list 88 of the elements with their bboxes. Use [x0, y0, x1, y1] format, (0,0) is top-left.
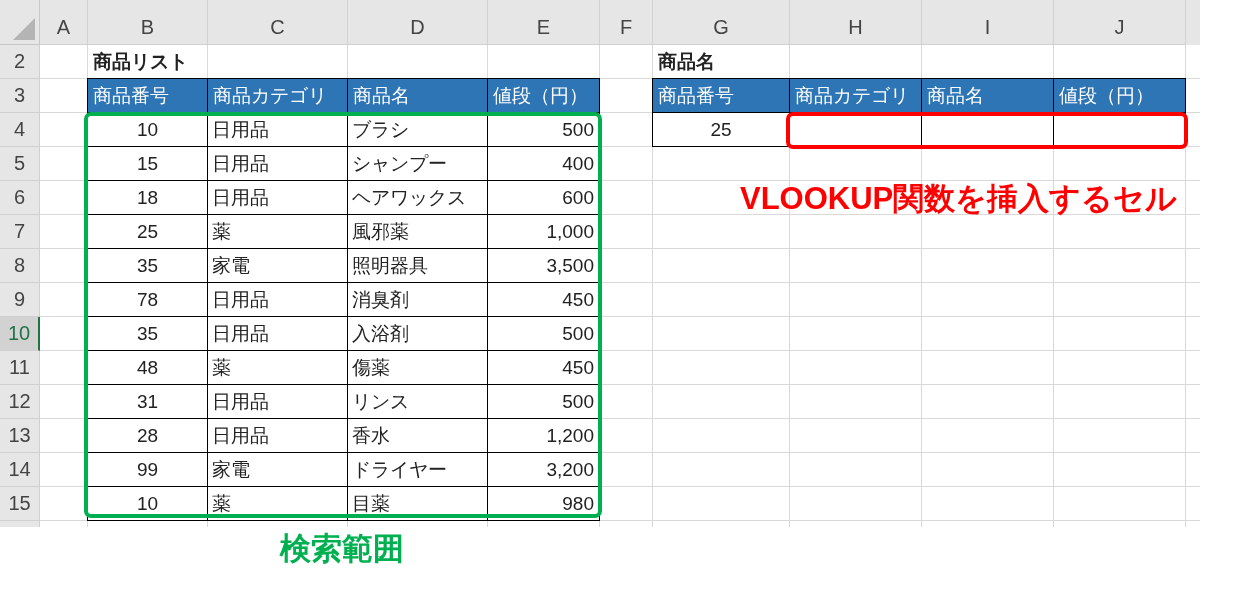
table-header-cell: 商品カテゴリ [790, 79, 922, 113]
row-header[interactable]: 9 [0, 283, 40, 317]
row-header[interactable]: 4 [0, 113, 40, 147]
table-header-cell: 商品名 [348, 79, 488, 113]
table-cell: 78 [88, 283, 208, 317]
table-title: 商品リスト [92, 50, 189, 74]
row-header[interactable] [0, 521, 40, 527]
table-cell: 25 [88, 215, 208, 249]
row-header[interactable]: 11 [0, 351, 40, 385]
table-cell: 入浴剤 [348, 317, 488, 351]
row-header[interactable]: 2 [0, 45, 40, 79]
table-cell: 消臭剤 [348, 283, 488, 317]
table-cell: 450 [488, 351, 600, 385]
column-header[interactable]: B [88, 0, 208, 45]
row-header[interactable]: 8 [0, 249, 40, 283]
table-cell: 18 [88, 181, 208, 215]
table-cell: 薬 [208, 487, 348, 521]
column-header[interactable]: J [1054, 0, 1186, 45]
table-cell: 500 [488, 385, 600, 419]
table-cell: 25 [653, 113, 790, 147]
table-cell: 薬 [208, 351, 348, 385]
column-header[interactable]: F [600, 0, 653, 45]
table-cell: 傷薬 [348, 351, 488, 385]
table-cell: 980 [488, 487, 600, 521]
table-cell: 99 [88, 453, 208, 487]
table-cell: 風邪薬 [348, 215, 488, 249]
row-header[interactable]: 7 [0, 215, 40, 249]
table-cell: 35 [88, 249, 208, 283]
row-header[interactable]: 12 [0, 385, 40, 419]
table-cell: 家電 [208, 249, 348, 283]
column-header[interactable]: A [40, 0, 88, 45]
table-cell: 10 [88, 113, 208, 147]
column-header[interactable]: H [790, 0, 922, 45]
table-header-cell: 商品番号 [88, 79, 208, 113]
column-header[interactable]: E [488, 0, 600, 45]
row-header[interactable]: 15 [0, 487, 40, 521]
table-cell: 薬 [208, 215, 348, 249]
row-header[interactable]: 5 [0, 147, 40, 181]
table-cell: 3,500 [488, 249, 600, 283]
table-header-cell: 商品カテゴリ [208, 79, 348, 113]
annotation-label: 検索範囲 [280, 530, 404, 568]
table-cell: 1,000 [488, 215, 600, 249]
table-cell: 照明器具 [348, 249, 488, 283]
column-header[interactable]: G [653, 0, 790, 45]
column-header[interactable]: C [208, 0, 348, 45]
table-cell: 500 [488, 113, 600, 147]
table-cell: 31 [88, 385, 208, 419]
table-cell: 48 [88, 351, 208, 385]
table-cell: ドライヤー [348, 453, 488, 487]
table-cell: 日用品 [208, 419, 348, 453]
table-cell: 3,200 [488, 453, 600, 487]
table-cell: 日用品 [208, 317, 348, 351]
table-cell: ヘアワックス [348, 181, 488, 215]
table-cell: 450 [488, 283, 600, 317]
table-cell: 35 [88, 317, 208, 351]
table-cell: 500 [488, 317, 600, 351]
table-cell: ブラシ [348, 113, 488, 147]
table-cell: 日用品 [208, 147, 348, 181]
table-cell: シャンプー [348, 147, 488, 181]
row-header[interactable]: 10 [0, 317, 40, 351]
table-header-cell: 商品名 [922, 79, 1054, 113]
table-cell: 香水 [348, 419, 488, 453]
table-header-cell: 値段（円） [488, 79, 600, 113]
table-cell: 28 [88, 419, 208, 453]
row-header[interactable]: 14 [0, 453, 40, 487]
table-cell: リンス [348, 385, 488, 419]
column-header[interactable] [1186, 0, 1200, 45]
select-all-icon[interactable] [13, 18, 35, 40]
annotation-label: VLOOKUP関数を挿入するセル [740, 180, 1178, 218]
row-header[interactable]: 3 [0, 79, 40, 113]
table-cell: 15 [88, 147, 208, 181]
table-cell: 600 [488, 181, 600, 215]
table-header-cell: 商品番号 [653, 79, 790, 113]
table-header-cell: 値段（円） [1054, 79, 1186, 113]
table-cell: 家電 [208, 453, 348, 487]
table-cell: 1,200 [488, 419, 600, 453]
table-cell: 日用品 [208, 385, 348, 419]
table-cell: 目薬 [348, 487, 488, 521]
column-header[interactable]: I [922, 0, 1054, 45]
row-header[interactable]: 6 [0, 181, 40, 215]
table-cell: 日用品 [208, 181, 348, 215]
table-cell: 日用品 [208, 283, 348, 317]
table-cell: 10 [88, 487, 208, 521]
column-header[interactable]: D [348, 0, 488, 45]
table-cell: 日用品 [208, 113, 348, 147]
row-header[interactable]: 13 [0, 419, 40, 453]
table-cell: 400 [488, 147, 600, 181]
table-title: 商品名 [657, 50, 716, 74]
